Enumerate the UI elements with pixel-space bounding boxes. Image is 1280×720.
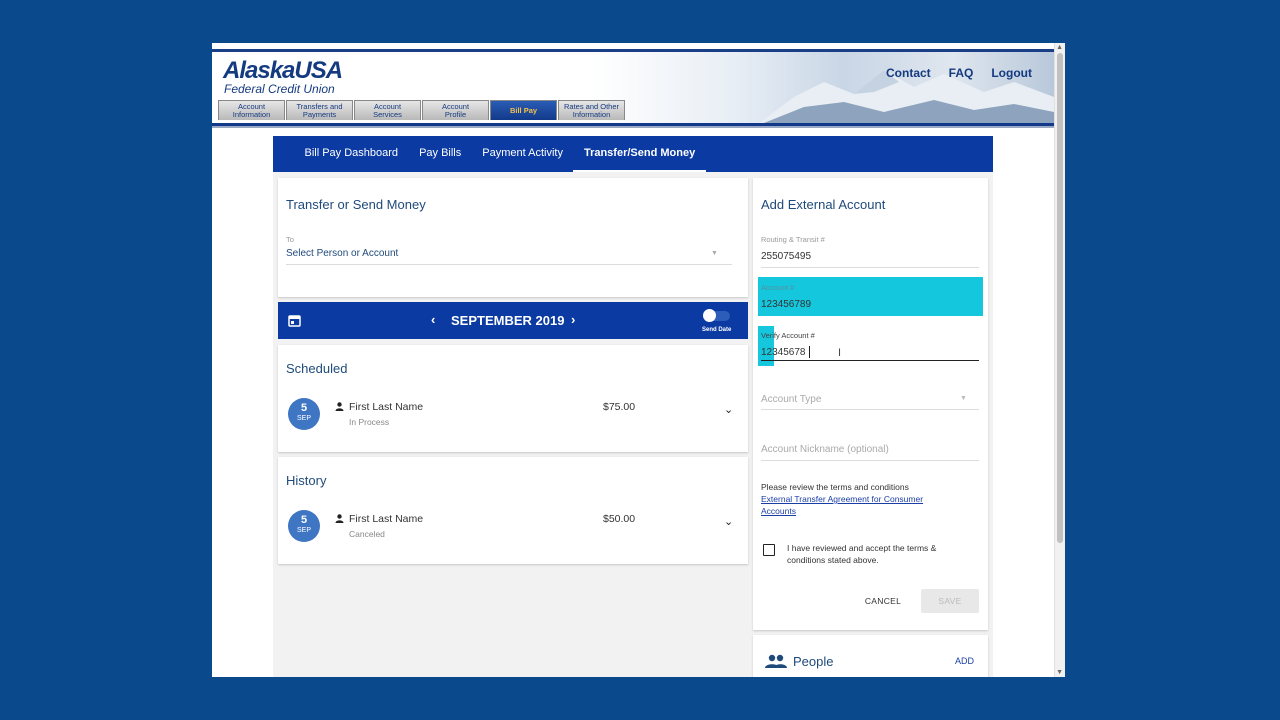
subnav-pay-bills[interactable]: Pay Bills <box>409 136 472 172</box>
logo[interactable]: AlaskaUSA <box>223 57 343 85</box>
send-date-label: Send Date <box>702 327 732 333</box>
logout-link[interactable]: Logout <box>991 66 1032 80</box>
account-type-select[interactable]: Account Type <box>761 394 821 405</box>
top-links: Contact FAQ Logout <box>886 66 1032 80</box>
terms-text: Please review the terms and conditions <box>761 482 909 492</box>
transfer-title: Transfer or Send Money <box>286 197 426 212</box>
scheduled-title: Scheduled <box>286 361 348 376</box>
send-date-toggle[interactable] <box>703 309 730 322</box>
prev-month-icon[interactable]: ‹ <box>431 312 435 327</box>
accept-terms-label: I have reviewed and accept the terms & c… <box>787 543 937 565</box>
routing-underline <box>761 267 979 268</box>
subnav-payment-activity[interactable]: Payment Activity <box>472 136 574 172</box>
contact-link[interactable]: Contact <box>886 66 931 80</box>
tab-transfers-and-payments[interactable]: Transfers and Payments <box>286 100 353 120</box>
nickname-input[interactable]: Account Nickname (optional) <box>761 444 889 455</box>
tab-rates-and-other-information[interactable]: Rates and Other Information <box>558 100 625 120</box>
bill-pay-subnav: Bill Pay Dashboard Pay Bills Payment Act… <box>273 136 993 172</box>
browser-window: AlaskaUSA Federal Credit Union Contact F… <box>212 43 1065 677</box>
scheduled-month: SEP <box>296 415 311 422</box>
add-external-account-card: Add External Account Routing & Transit #… <box>753 178 988 630</box>
text-cursor <box>809 346 810 358</box>
people-card: People ADD <box>753 635 988 677</box>
tab-account-information[interactable]: Account Information <box>218 100 285 120</box>
mountain-banner <box>754 70 1054 127</box>
accept-checkbox[interactable] <box>763 544 775 556</box>
expand-chevron-icon[interactable]: ⌄ <box>724 403 733 416</box>
to-label: To <box>286 235 294 244</box>
bill-pay-content: Bill Pay Dashboard Pay Bills Payment Act… <box>273 136 993 677</box>
routing-label: Routing & Transit # <box>761 235 825 244</box>
cancel-button[interactable]: CANCEL <box>858 589 908 613</box>
scroll-down-icon[interactable]: ▼ <box>1056 669 1063 676</box>
toggle-knob <box>703 309 716 322</box>
verify-label: Verify Account # <box>761 331 815 340</box>
dropdown-arrow-icon[interactable]: ▼ <box>711 250 718 257</box>
site-header: AlaskaUSA Federal Credit Union Contact F… <box>212 49 1054 127</box>
history-status: Canceled <box>349 529 385 539</box>
calendar-month: SEPTEMBER 2019 <box>451 313 565 328</box>
subnav-bill-pay-dashboard[interactable]: Bill Pay Dashboard <box>294 136 409 172</box>
subnav-transfer-send-money[interactable]: Transfer/Send Money <box>573 136 706 172</box>
verify-input[interactable]: 12345678 <box>761 347 806 358</box>
scrollbar[interactable]: ▲ ▼ <box>1054 43 1065 677</box>
scrollbar-thumb[interactable] <box>1057 53 1063 543</box>
external-title: Add External Account <box>761 197 886 212</box>
header-bar <box>212 123 1054 128</box>
add-person-button[interactable]: ADD <box>955 656 974 666</box>
history-month: SEP <box>296 527 311 534</box>
tab-account-profile[interactable]: Account Profile <box>422 100 489 120</box>
scheduled-status: In Process <box>349 417 390 427</box>
verify-underline <box>761 360 979 361</box>
scheduled-payee-name: First Last Name <box>349 401 424 413</box>
account-label: Account # <box>761 283 795 292</box>
to-underline <box>286 264 732 265</box>
account-type-underline <box>761 409 979 410</box>
history-amount: $50.00 <box>603 513 636 525</box>
next-month-icon[interactable]: › <box>571 312 575 327</box>
history-title: History <box>286 473 327 488</box>
main-nav-tabs: Account Information Transfers and Paymen… <box>218 100 625 120</box>
nickname-underline <box>761 460 979 461</box>
scheduled-amount: $75.00 <box>603 401 636 413</box>
calendar-icon[interactable] <box>288 314 301 327</box>
to-select[interactable]: Select Person or Account <box>286 248 398 259</box>
people-title: People <box>793 654 834 669</box>
terms-link[interactable]: External Transfer Agreement for Consumer… <box>761 493 951 517</box>
tab-account-services[interactable]: Account Services <box>354 100 421 120</box>
history-card: History 5 SEP First Last Name Canceled $… <box>278 457 748 564</box>
ibeam-cursor-icon: I <box>838 347 842 359</box>
account-input[interactable]: 123456789 <box>761 299 811 310</box>
person-icon <box>335 402 344 411</box>
scheduled-day: 5 <box>300 402 308 414</box>
calendar-bar: ‹ SEPTEMBER 2019 › Send Date <box>278 302 748 339</box>
transfer-card: Transfer or Send Money To Select Person … <box>278 178 748 297</box>
scroll-up-icon[interactable]: ▲ <box>1056 44 1063 51</box>
tab-bill-pay[interactable]: Bill Pay <box>490 100 557 120</box>
expand-chevron-icon[interactable]: ⌄ <box>724 515 733 528</box>
faq-link[interactable]: FAQ <box>949 66 974 80</box>
history-day: 5 <box>300 514 308 526</box>
person-icon <box>335 514 344 523</box>
scheduled-card: Scheduled 5 SEP First Last Name In Proce… <box>278 345 748 452</box>
save-button[interactable]: SAVE <box>921 589 979 613</box>
people-icon <box>765 654 787 668</box>
history-payee-name: First Last Name <box>349 513 424 525</box>
routing-input[interactable]: 255075495 <box>761 251 811 262</box>
dropdown-arrow-icon[interactable]: ▼ <box>960 395 967 402</box>
scheduled-date-badge: 5 SEP <box>288 398 320 430</box>
logo-subtitle: Federal Credit Union <box>224 82 335 96</box>
history-date-badge: 5 SEP <box>288 510 320 542</box>
